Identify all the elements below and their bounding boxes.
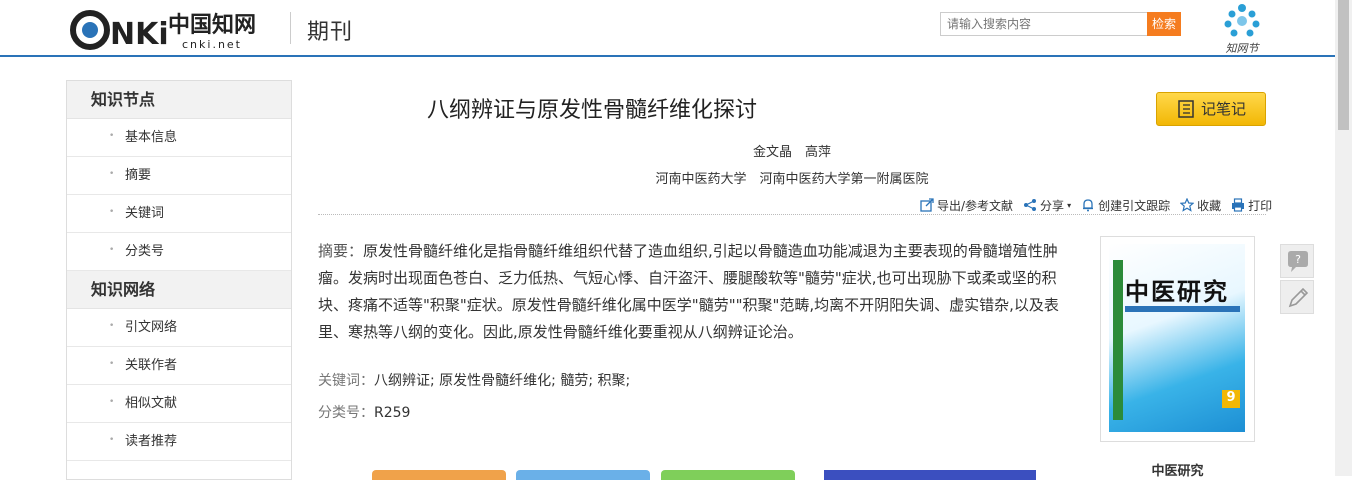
- classification-section: 分类号：R259: [318, 402, 1080, 422]
- printer-icon: [1232, 198, 1245, 212]
- sidebar-group-title: 知识网络: [67, 271, 291, 309]
- sidebar-item-reader-recommend[interactable]: 读者推荐: [67, 421, 291, 461]
- track-label: 创建引文跟踪: [1098, 198, 1171, 213]
- cover-subtitle-bar: [1125, 306, 1240, 312]
- classification-code: R259: [374, 405, 411, 421]
- sidebar-item-citation-network[interactable]: 引文网络: [67, 307, 291, 347]
- bottom-button-3[interactable]: [661, 470, 795, 480]
- comment-icon: ?: [1288, 251, 1308, 272]
- search-button[interactable]: 检索: [1147, 12, 1181, 36]
- bottom-banner[interactable]: [824, 470, 1036, 480]
- classification-label: 分类号：: [318, 405, 374, 421]
- svg-text:中国知网: 中国知网: [168, 12, 256, 38]
- notebook-icon: [1178, 100, 1194, 118]
- bottom-button-1[interactable]: [372, 470, 506, 480]
- cover-side-band: [1113, 260, 1123, 420]
- journal-name-link[interactable]: 中医研究: [1100, 460, 1255, 479]
- knowledge-sidebar: 知识节点 基本信息 摘要 关键词 分类号 知识网络 引文网络 关联作者 相似文献…: [66, 80, 292, 480]
- keywords-section: 关键词：八纲辨证; 原发性骨髓纤维化; 髓劳; 积聚;: [318, 370, 1080, 390]
- zhiwangjie-logo-icon[interactable]: 知网节: [1216, 0, 1268, 56]
- export-label: 导出/参考文献: [937, 198, 1014, 213]
- article-title: 八纲辨证与原发性骨髓纤维化探讨: [426, 98, 757, 123]
- annotate-button[interactable]: [1280, 280, 1314, 314]
- chevron-down-icon: ▾: [1067, 200, 1072, 210]
- feedback-button[interactable]: ?: [1280, 244, 1314, 278]
- svg-text:cnki.net: cnki.net: [182, 38, 242, 51]
- cover-issue-badge: 9: [1222, 390, 1240, 408]
- print-button[interactable]: 打印: [1231, 197, 1272, 214]
- bottom-button-2[interactable]: [516, 470, 650, 480]
- keywords-list[interactable]: 八纲辨证; 原发性骨髓纤维化; 髓劳; 积聚;: [374, 373, 630, 389]
- abstract-section: 摘要：原发性骨髓纤维化是指骨髓纤维组织代替了造血组织,引起以骨髓造血功能减退为主…: [318, 238, 1080, 346]
- star-icon: [1180, 198, 1195, 212]
- dotted-divider: [318, 214, 1266, 215]
- pencil-icon: [1288, 287, 1309, 308]
- sidebar-item-abstract[interactable]: 摘要: [67, 155, 291, 195]
- article-affiliations[interactable]: 河南中医药大学 河南中医药大学第一附属医院: [592, 168, 992, 187]
- export-icon: [920, 198, 934, 212]
- create-citation-track-button[interactable]: 创建引文跟踪: [1081, 197, 1170, 214]
- scrollbar-thumb[interactable]: [1338, 0, 1349, 130]
- svg-text:?: ?: [1295, 253, 1301, 266]
- svg-text:NKi: NKi: [110, 17, 169, 52]
- section-title: 期刊: [307, 20, 354, 45]
- keywords-label: 关键词：: [318, 373, 374, 389]
- cnki-logo[interactable]: NKi 中国知网 cnki.net: [70, 6, 280, 52]
- sidebar-item-related-authors[interactable]: 关联作者: [67, 345, 291, 385]
- print-label: 打印: [1248, 198, 1273, 213]
- sidebar-item-classification[interactable]: 分类号: [67, 231, 291, 271]
- top-header: NKi 中国知网 cnki.net 期刊 检索 知网节: [0, 0, 1335, 57]
- take-note-button[interactable]: 记笔记: [1156, 92, 1266, 126]
- search-input[interactable]: [940, 12, 1148, 36]
- sidebar-group-title: 知识节点: [67, 81, 291, 119]
- article-actions-toolbar: 导出/参考文献 分享 ▾ 创建引文跟踪 收藏 打印: [920, 196, 1278, 214]
- sidebar-item-similar-docs[interactable]: 相似文献: [67, 383, 291, 423]
- share-label: 分享: [1040, 198, 1065, 213]
- abstract-label: 摘要：: [318, 242, 364, 260]
- article-authors[interactable]: 金文晶 高萍: [592, 141, 992, 160]
- sidebar-item-basic-info[interactable]: 基本信息: [67, 117, 291, 157]
- sidebar-item-keywords[interactable]: 关键词: [67, 193, 291, 233]
- header-divider: [290, 12, 291, 44]
- cover-title: 中医研究: [1125, 277, 1229, 306]
- share-icon: [1024, 199, 1037, 211]
- favorite-button[interactable]: 收藏: [1180, 197, 1221, 214]
- share-button[interactable]: 分享 ▾: [1023, 197, 1071, 214]
- export-button[interactable]: 导出/参考文献: [920, 197, 1013, 214]
- abstract-text: 原发性骨髓纤维化是指骨髓纤维组织代替了造血组织,引起以骨髓造血功能减退为主要表现…: [318, 242, 1059, 341]
- favorite-label: 收藏: [1197, 198, 1222, 213]
- bell-icon: [1083, 199, 1094, 212]
- svg-text:知网节: 知网节: [1226, 42, 1261, 55]
